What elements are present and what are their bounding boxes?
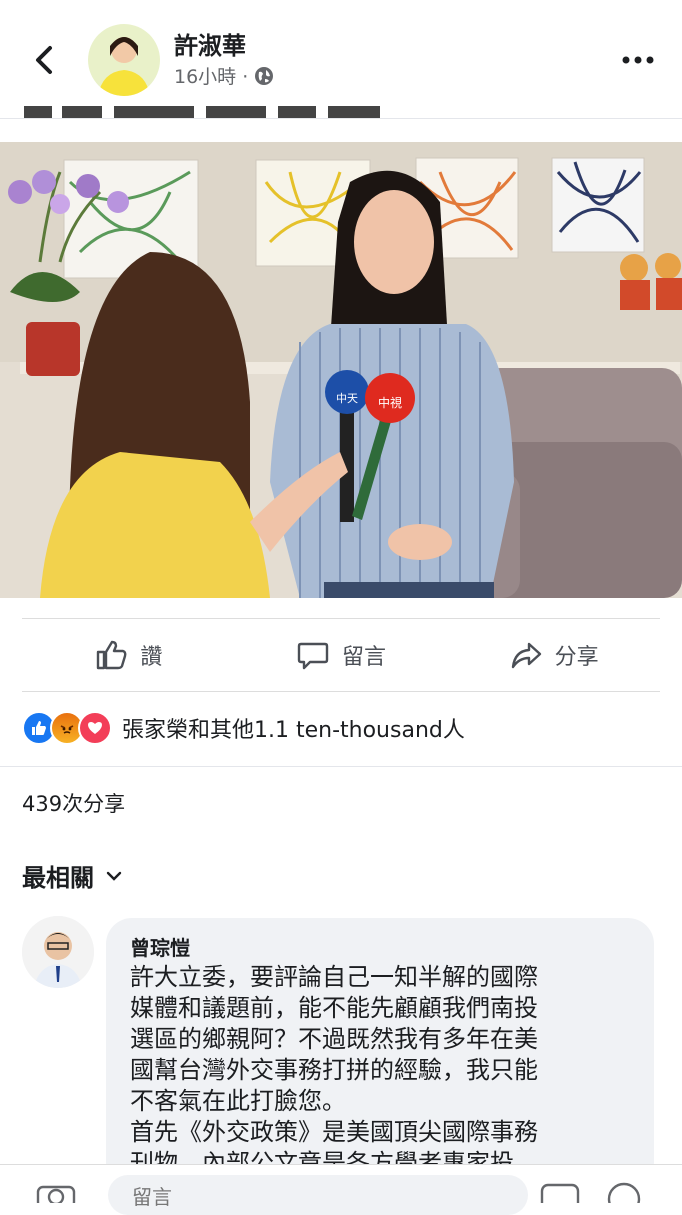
- reactions-summary[interactable]: 張家榮和其他1.1 ten-thousand人: [22, 710, 465, 746]
- author-name[interactable]: 許淑華: [174, 26, 246, 61]
- back-button[interactable]: [28, 40, 62, 80]
- commenter-name[interactable]: 曾琮愷: [130, 932, 190, 961]
- comment-sort-dropdown[interactable]: 最相關: [22, 858, 124, 893]
- reactions-text: 張家榮和其他1.1 ten-thousand人: [122, 718, 465, 743]
- comment-line: 不客氣在此打臉您。: [130, 1087, 346, 1115]
- post-photo[interactable]: 中天 中視: [0, 142, 682, 598]
- share-label: 分享: [554, 645, 599, 670]
- comment-text: 許大立委，要評論自己一知半解的國際 媒體和議題前，能不能先顧顧我們南投 選區的鄉…: [130, 962, 635, 1179]
- comment-line: 國幫台灣外交事務打拼的經驗，我只能: [130, 1056, 538, 1084]
- commenter-avatar[interactable]: [22, 916, 94, 988]
- divider: [0, 766, 682, 767]
- share-button[interactable]: 分享: [447, 619, 660, 691]
- post-header: 許淑華 16小時 ·: [0, 0, 682, 119]
- comment-line: 媒體和議題前，能不能先顧顧我們南投: [130, 994, 538, 1022]
- chevron-left-icon: [36, 46, 52, 74]
- more-options-button[interactable]: [620, 48, 656, 72]
- post-time[interactable]: 16小時 ·: [174, 62, 248, 89]
- thumbs-up-icon: [97, 640, 127, 670]
- share-icon: [511, 642, 541, 669]
- comment-line: 許大立委，要評論自己一知半解的國際: [130, 963, 538, 991]
- mic-label-zhongtian: 中天: [336, 392, 358, 405]
- comment-input[interactable]: 留言: [108, 1175, 528, 1215]
- chevron-down-icon: [106, 871, 122, 881]
- emoji-icon[interactable]: [606, 1179, 642, 1203]
- share-count[interactable]: 439次分享: [22, 788, 125, 818]
- author-avatar[interactable]: [88, 24, 160, 96]
- comment-bubble[interactable]: 曾琮愷 許大立委，要評論自己一知半解的國際 媒體和議題前，能不能先顧顧我們南投 …: [106, 918, 654, 1188]
- post-actions: 讚 留言 分享: [22, 618, 660, 692]
- mic-label-zhongshi: 中視: [378, 395, 402, 410]
- more-horizontal-icon: [622, 56, 654, 64]
- camera-icon[interactable]: [36, 1179, 76, 1203]
- comment-line: 首先《外交政策》是美國頂尖國際事務: [130, 1118, 538, 1146]
- globe-icon: [255, 66, 274, 85]
- like-button[interactable]: 讚: [22, 619, 235, 691]
- gif-icon[interactable]: [540, 1179, 580, 1203]
- comment-line: 選區的鄉親阿？不過既然我有多年在美: [130, 1025, 538, 1053]
- love-reaction-icon: [78, 711, 112, 745]
- comment-composer: 留言: [0, 1164, 682, 1215]
- comment-button[interactable]: 留言: [235, 619, 448, 691]
- comment-label: 留言: [342, 645, 387, 670]
- comment-icon: [297, 642, 329, 670]
- like-label: 讚: [140, 645, 163, 670]
- sort-label: 最相關: [22, 864, 94, 892]
- post-meta: 16小時 ·: [174, 62, 274, 89]
- post-text-cutoff: [22, 100, 422, 118]
